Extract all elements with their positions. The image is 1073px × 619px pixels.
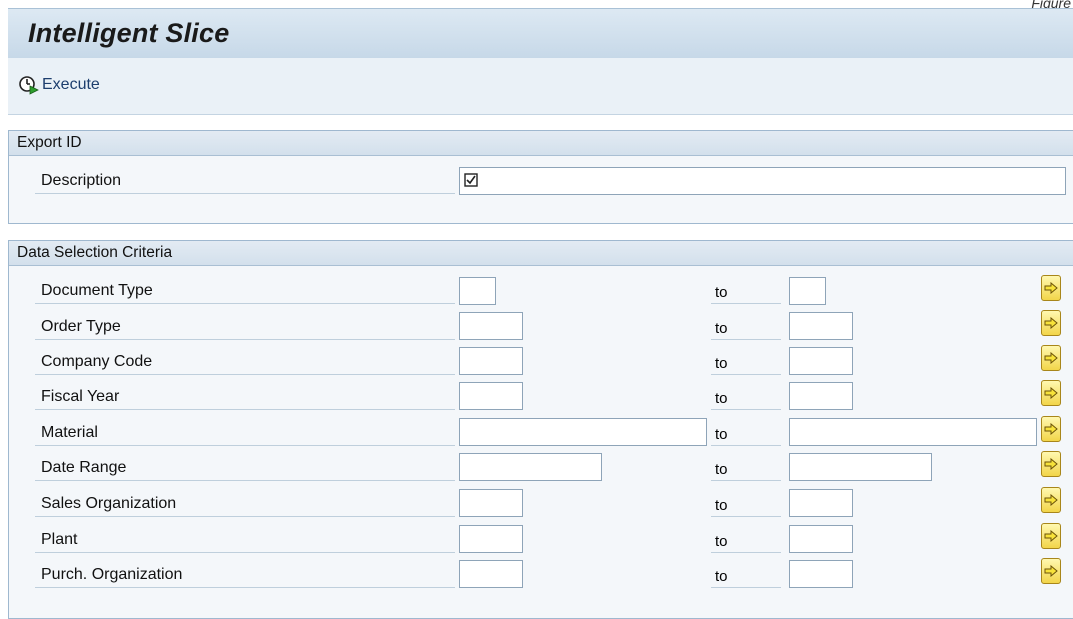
- fiscal-year-to-input[interactable]: [789, 382, 853, 410]
- material-to-input[interactable]: [789, 418, 1037, 446]
- to-cell: to: [711, 421, 781, 446]
- execute-clock-icon: [19, 76, 39, 95]
- multiple-selection-button[interactable]: [1041, 310, 1061, 336]
- order-type-from-input[interactable]: [459, 312, 523, 340]
- date-range-from-input[interactable]: [459, 453, 602, 481]
- row-label-cell: Purch. Organization: [35, 563, 455, 588]
- title-bar: Intelligent Slice: [8, 8, 1073, 59]
- date-range-label: Date Range: [41, 459, 127, 476]
- execute-button[interactable]: Execute: [18, 72, 100, 98]
- material-from-input[interactable]: [459, 418, 707, 446]
- arrow-right-icon: [1044, 530, 1058, 542]
- purch-organization-to-input[interactable]: [789, 560, 853, 588]
- arrow-right-icon: [1044, 352, 1058, 364]
- to-cell: to: [711, 350, 781, 375]
- page-title: Intelligent Slice: [28, 18, 230, 48]
- plant-to-input[interactable]: [789, 525, 853, 553]
- to-label: to: [715, 284, 728, 301]
- to-label: to: [715, 320, 728, 337]
- description-label: Description: [41, 172, 122, 189]
- multiple-selection-button[interactable]: [1041, 275, 1061, 301]
- multiple-selection-button[interactable]: [1041, 523, 1061, 549]
- multiple-selection-button[interactable]: [1041, 416, 1061, 442]
- to-label: to: [715, 497, 728, 514]
- purch-organization-from-input[interactable]: [459, 560, 523, 588]
- to-label: to: [715, 390, 728, 407]
- row-label-cell: Fiscal Year: [35, 385, 455, 410]
- to-label: to: [715, 355, 728, 372]
- purch-organization-label: Purch. Organization: [41, 566, 183, 583]
- order-type-label: Order Type: [41, 318, 121, 335]
- arrow-right-icon: [1044, 387, 1058, 399]
- company-code-from-input[interactable]: [459, 347, 523, 375]
- row-label-cell: Document Type: [35, 279, 455, 304]
- to-cell: to: [711, 563, 781, 588]
- multiple-selection-button[interactable]: [1041, 380, 1061, 406]
- multiple-selection-button[interactable]: [1041, 345, 1061, 371]
- row-label-cell: Order Type: [35, 315, 455, 340]
- sales-organization-from-input[interactable]: [459, 489, 523, 517]
- execute-label: Execute: [42, 76, 100, 93]
- row-label-cell: Plant: [35, 528, 455, 553]
- to-label: to: [715, 426, 728, 443]
- multiple-selection-button[interactable]: [1041, 487, 1061, 513]
- arrow-right-icon: [1044, 494, 1058, 506]
- sales-organization-label: Sales Organization: [41, 495, 177, 512]
- data-selection-group: Data Selection Criteria Document Type to…: [8, 240, 1073, 619]
- to-cell: to: [711, 315, 781, 340]
- sales-organization-to-input[interactable]: [789, 489, 853, 517]
- arrow-right-icon: [1044, 282, 1058, 294]
- description-field[interactable]: [459, 167, 1066, 195]
- row-label-cell: Company Code: [35, 350, 455, 375]
- application-toolbar: [8, 58, 1073, 115]
- fiscal-year-label: Fiscal Year: [41, 388, 120, 405]
- description-label-cell: Description: [35, 169, 455, 194]
- fiscal-year-from-input[interactable]: [459, 382, 523, 410]
- to-cell: to: [711, 279, 781, 304]
- document-type-label: Document Type: [41, 282, 153, 299]
- order-type-to-input[interactable]: [789, 312, 853, 340]
- to-label: to: [715, 461, 728, 478]
- document-type-from-input[interactable]: [459, 277, 496, 305]
- export-id-group: Export ID Description: [8, 130, 1073, 224]
- row-label-cell: Date Range: [35, 456, 455, 481]
- arrow-right-icon: [1044, 458, 1058, 470]
- data-selection-title: Data Selection Criteria: [17, 244, 173, 261]
- material-label: Material: [41, 424, 98, 441]
- export-id-header: Export ID: [9, 131, 1073, 156]
- date-range-to-input[interactable]: [789, 453, 932, 481]
- to-cell: to: [711, 385, 781, 410]
- data-selection-header: Data Selection Criteria: [9, 241, 1073, 266]
- multiple-selection-button[interactable]: [1041, 451, 1061, 477]
- to-cell: to: [711, 492, 781, 517]
- company-code-label: Company Code: [41, 353, 153, 370]
- export-id-title: Export ID: [17, 134, 82, 151]
- arrow-right-icon: [1044, 565, 1058, 577]
- arrow-right-icon: [1044, 423, 1058, 435]
- row-label-cell: Sales Organization: [35, 492, 455, 517]
- to-label: to: [715, 568, 728, 585]
- arrow-right-icon: [1044, 317, 1058, 329]
- to-label: to: [715, 533, 728, 550]
- to-cell: to: [711, 528, 781, 553]
- plant-from-input[interactable]: [459, 525, 523, 553]
- document-type-to-input[interactable]: [789, 277, 826, 305]
- plant-label: Plant: [41, 531, 78, 548]
- to-cell: to: [711, 456, 781, 481]
- multiple-selection-button[interactable]: [1041, 558, 1061, 584]
- row-label-cell: Material: [35, 421, 455, 446]
- required-checkbox-icon: [464, 173, 478, 187]
- company-code-to-input[interactable]: [789, 347, 853, 375]
